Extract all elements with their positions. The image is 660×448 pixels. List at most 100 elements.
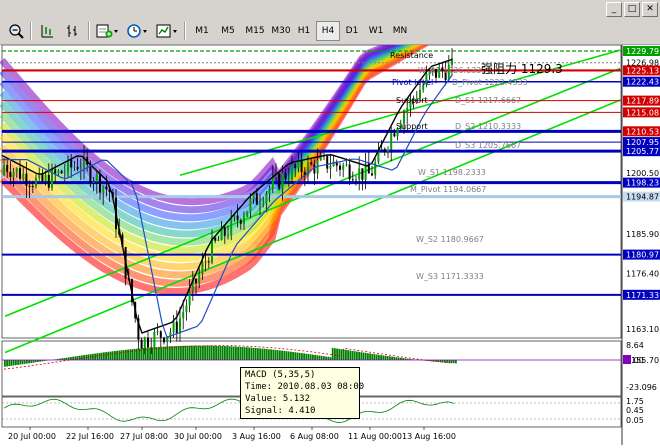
macd-bar	[217, 346, 219, 360]
candle-body	[173, 322, 175, 333]
macd-bar	[308, 354, 310, 360]
macd-bar	[107, 352, 109, 360]
candle-body	[214, 238, 216, 241]
macd-bar	[347, 350, 349, 360]
macd-bar	[338, 349, 340, 360]
clock-icon[interactable]	[124, 21, 150, 41]
minimize-button[interactable]: _	[606, 2, 622, 17]
macd-bar	[270, 349, 272, 360]
macd-bar	[305, 354, 307, 360]
candle-body	[157, 331, 159, 332]
macd-bar	[310, 354, 312, 360]
price-scale-tick: 1200.50	[626, 169, 659, 178]
new-chart-icon[interactable]	[94, 21, 120, 41]
macd-bar	[215, 346, 217, 360]
macd-bar	[244, 347, 246, 360]
level-label: D_Pivot 1222.4333	[452, 78, 528, 87]
macd-zero-tag	[623, 355, 631, 364]
macd-scale-tick: 8.64	[626, 341, 644, 350]
macd-bar	[160, 347, 162, 360]
macd-bar	[116, 351, 118, 360]
time-axis-label: 20 Jul 00:00	[8, 432, 56, 441]
candle-body	[182, 312, 184, 318]
candle-body	[176, 322, 178, 334]
macd-bar	[253, 348, 255, 360]
candle-body	[208, 261, 210, 262]
candle-body	[201, 262, 203, 273]
price-tag-label: 1194.87	[626, 193, 659, 202]
templates-icon[interactable]	[154, 21, 180, 41]
macd-bar	[85, 355, 87, 360]
macd-bar	[123, 350, 125, 360]
period-m1[interactable]: M1	[190, 21, 214, 41]
candle-body	[198, 274, 200, 284]
macd-bar	[125, 350, 127, 360]
zoom-out-icon[interactable]	[6, 21, 26, 41]
crosshair-chart-icon[interactable]	[36, 21, 58, 41]
macd-bar	[336, 349, 338, 360]
candle-body	[301, 160, 303, 172]
price-tag-label: 1217.89	[626, 97, 659, 106]
macd-bar	[224, 346, 226, 360]
time-axis-label: 22 Jul 16:00	[66, 432, 114, 441]
macd-bar	[169, 346, 171, 360]
candle-body	[61, 171, 63, 174]
macd-bar	[94, 354, 96, 360]
time-axis-label: 3 Aug 16:00	[232, 432, 281, 441]
candle-body	[387, 149, 389, 151]
candle-body	[189, 291, 191, 306]
price-tag-label: 1210.53	[626, 127, 659, 136]
macd-bar	[68, 357, 70, 360]
stoch-scale-tick: 0.05	[626, 416, 644, 425]
period-h4[interactable]: H4	[316, 21, 340, 41]
stoch-scale-tick: 0.45	[626, 406, 644, 415]
price-tag-label: 1180.97	[626, 251, 659, 260]
period-h1[interactable]: H1	[292, 21, 316, 41]
macd-bar	[349, 351, 351, 360]
period-d1[interactable]: D1	[340, 21, 364, 41]
candle-body	[381, 149, 383, 150]
candle-body	[384, 149, 386, 152]
macd-bar	[321, 356, 323, 360]
macd-bar	[385, 356, 387, 360]
macd-bar	[112, 351, 114, 360]
candle-body	[179, 318, 181, 333]
level-label: Support	[396, 122, 428, 131]
close-button[interactable]: ✕	[642, 2, 658, 17]
maximize-button[interactable]: □	[624, 2, 640, 17]
macd-bar	[96, 353, 98, 360]
candle-body	[269, 188, 271, 194]
macd-bar	[334, 348, 336, 360]
macd-bar	[182, 346, 184, 360]
price-tag-label: 1205.77	[626, 147, 659, 156]
macd-bar	[283, 351, 285, 360]
period-m5[interactable]: M5	[216, 21, 240, 41]
macd-bar	[257, 348, 259, 360]
macd-bar	[129, 349, 131, 360]
macd-bar	[259, 348, 261, 360]
period-m15[interactable]: M15	[242, 21, 268, 41]
macd-bar	[167, 346, 169, 360]
candle-body	[29, 186, 31, 187]
candle-body	[99, 174, 101, 192]
macd-bar	[325, 357, 327, 360]
period-w1[interactable]: W1	[364, 21, 388, 41]
candle-body	[352, 179, 354, 180]
period-m30[interactable]: M30	[268, 21, 294, 41]
level-label: Support	[396, 96, 428, 105]
macd-bar	[79, 356, 81, 360]
candle-body	[281, 173, 283, 189]
period-mn[interactable]: MN	[388, 21, 412, 41]
macd-bar	[118, 351, 120, 360]
macd-bar	[369, 354, 371, 360]
macd-bar	[145, 348, 147, 360]
price-scale-tick: 1185.90	[626, 230, 659, 239]
macd-bar	[140, 348, 142, 360]
macd-bar	[226, 346, 228, 360]
macd-bar	[345, 350, 347, 360]
level-label: W_S1 1198.2333	[418, 168, 486, 177]
macd-bar	[24, 360, 26, 364]
macd-bar	[382, 355, 384, 360]
candle-body	[48, 175, 50, 188]
bar-chart-icon[interactable]	[62, 21, 84, 41]
